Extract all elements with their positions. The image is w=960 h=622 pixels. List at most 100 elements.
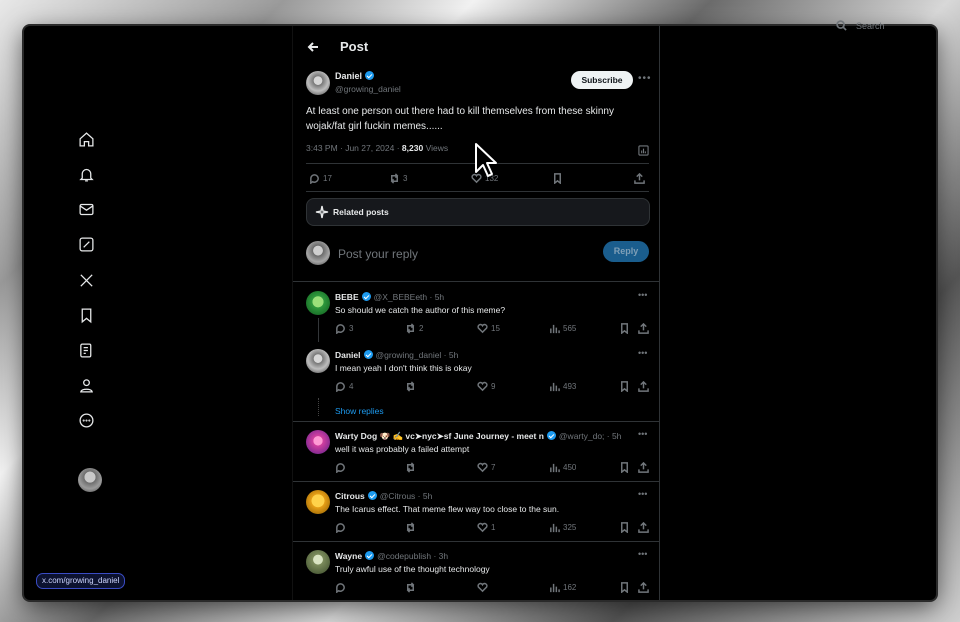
views-action[interactable]: 493 — [549, 381, 576, 392]
mail-icon[interactable] — [77, 200, 95, 218]
back-arrow-icon[interactable] — [307, 40, 319, 52]
like-action[interactable]: 1 — [477, 522, 495, 533]
account-avatar[interactable] — [78, 468, 102, 492]
reply-actions: 1 325 — [335, 522, 649, 534]
profile-icon[interactable] — [77, 376, 95, 394]
like-action[interactable]: 9 — [477, 381, 495, 392]
bookmark-action[interactable] — [619, 522, 630, 533]
reply-text: Truly awful use of the thought technolog… — [335, 564, 490, 574]
verified-badge-icon — [363, 350, 373, 359]
reply-author[interactable]: Wayne @codepublish · 3h — [335, 551, 448, 561]
verified-badge-icon — [361, 292, 371, 301]
mouse-cursor-icon — [475, 143, 497, 177]
repost-action[interactable] — [405, 582, 419, 593]
thread-line — [318, 318, 319, 342]
more-options-icon[interactable]: ••• — [638, 290, 647, 300]
reply-action[interactable]: 17 — [309, 173, 332, 184]
repost-action[interactable] — [405, 522, 419, 533]
reply-action[interactable]: 4 — [335, 381, 353, 392]
like-action[interactable] — [477, 582, 491, 593]
related-posts-button[interactable]: Related posts — [306, 198, 650, 226]
share-action[interactable] — [638, 522, 649, 533]
more-circle-icon[interactable] — [77, 411, 95, 429]
reply-actions: 7 450 — [335, 462, 649, 474]
user-avatar — [306, 241, 330, 265]
grok-icon[interactable] — [77, 235, 95, 253]
reply-action[interactable] — [335, 582, 349, 593]
divider — [293, 541, 659, 542]
share-action[interactable] — [638, 323, 649, 334]
x-logo-icon[interactable] — [77, 271, 95, 289]
reply-author[interactable]: Daniel @growing_daniel · 5h — [335, 350, 458, 360]
bell-icon[interactable] — [77, 165, 95, 183]
more-options-icon[interactable]: ••• — [638, 489, 647, 499]
subscribe-button[interactable]: Subscribe — [571, 71, 633, 89]
app-window: x.com/growing_daniel Post Daniel @growin… — [24, 26, 936, 600]
bookmark-action[interactable] — [619, 323, 630, 334]
repost-action[interactable]: 2 — [405, 323, 423, 334]
reply-action[interactable] — [335, 462, 349, 473]
bookmark-action[interactable] — [552, 173, 563, 184]
views-action[interactable]: 565 — [549, 323, 576, 334]
divider — [293, 281, 659, 282]
post-text: At least one person out there had to kil… — [306, 106, 614, 132]
show-replies-link[interactable]: Show replies — [335, 406, 384, 416]
divider — [293, 421, 659, 422]
repost-action[interactable]: 3 — [389, 173, 407, 184]
like-action[interactable]: 7 — [477, 462, 495, 473]
bookmark-icon[interactable] — [77, 306, 95, 324]
sparkle-icon — [315, 205, 329, 219]
verified-badge-icon — [546, 431, 556, 440]
post-meta: 3:43 PM · Jun 27, 2024 · 8,230 Views — [306, 143, 449, 153]
reply-text: I mean yeah I don't think this is okay — [335, 363, 472, 373]
repost-action[interactable] — [405, 462, 419, 473]
verified-badge-icon — [365, 71, 375, 80]
lists-icon[interactable] — [77, 341, 95, 359]
related-posts-label: Related posts — [333, 207, 389, 217]
reply-author[interactable]: Citrous @Citrous · 5h — [335, 491, 432, 501]
reply-avatar[interactable] — [306, 349, 330, 373]
status-url: x.com/growing_daniel — [36, 573, 126, 589]
reply-button[interactable]: Reply — [603, 241, 649, 262]
reply-avatar[interactable] — [306, 430, 330, 454]
views-action[interactable]: 325 — [549, 522, 576, 533]
reply-avatar[interactable] — [306, 490, 330, 514]
more-options-icon[interactable]: ••• — [638, 429, 647, 439]
search-box[interactable]: Search — [836, 20, 896, 34]
reply-action[interactable] — [335, 522, 349, 533]
bookmark-action[interactable] — [619, 381, 630, 392]
author-handle[interactable]: @growing_daniel — [335, 84, 401, 94]
search-icon — [836, 20, 847, 31]
author-avatar[interactable] — [306, 71, 330, 95]
share-action[interactable] — [638, 381, 649, 392]
main-column: Post Daniel @growing_daniel Subscribe ••… — [292, 26, 660, 600]
reply-avatar[interactable] — [306, 550, 330, 574]
more-options-icon[interactable]: ••• — [638, 348, 647, 358]
bookmark-action[interactable] — [619, 582, 630, 593]
reply-actions: 162 — [335, 582, 649, 594]
verified-badge-icon — [367, 491, 377, 500]
thread-dots — [318, 398, 320, 416]
repost-action[interactable] — [405, 381, 419, 392]
bookmark-action[interactable] — [619, 462, 630, 473]
reply-input[interactable] — [336, 245, 580, 263]
reply-author[interactable]: Warty Dog 🐶 ✍️ vc➤nyc➤sf June Journey - … — [335, 431, 621, 442]
page-title: Post — [340, 39, 369, 54]
more-options-icon[interactable]: ••• — [638, 549, 647, 559]
share-action[interactable] — [634, 173, 645, 184]
share-action[interactable] — [638, 582, 649, 593]
views-action[interactable]: 450 — [549, 462, 576, 473]
reply-avatar[interactable] — [306, 291, 330, 315]
like-action[interactable]: 15 — [477, 323, 500, 334]
reply-text: well it was probably a failed attempt — [335, 444, 470, 454]
home-icon[interactable] — [77, 130, 95, 148]
search-label: Search — [856, 21, 885, 31]
views-action[interactable]: 162 — [549, 582, 576, 593]
post-header: Post — [293, 36, 659, 60]
reply-action[interactable]: 3 — [335, 323, 353, 334]
more-options-icon[interactable]: ••• — [638, 73, 652, 84]
analytics-icon[interactable] — [638, 143, 649, 156]
share-action[interactable] — [638, 462, 649, 473]
reply-author[interactable]: BEBE @X_BEBEeth · 5h — [335, 292, 444, 302]
author-name[interactable]: Daniel — [335, 71, 375, 81]
